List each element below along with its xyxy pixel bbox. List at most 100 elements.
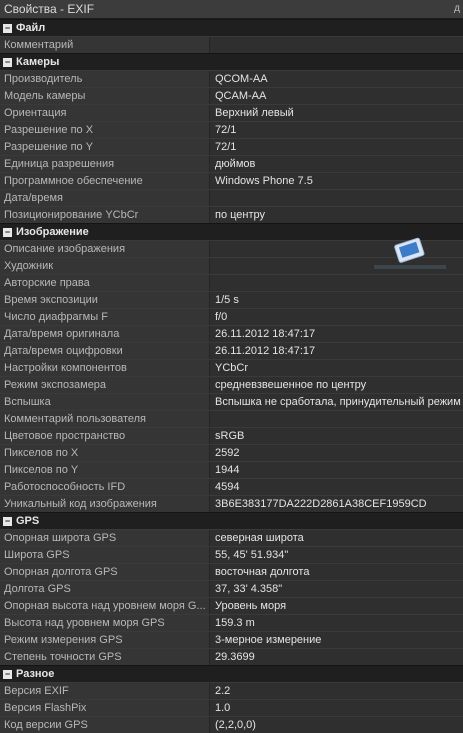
property-row[interactable]: Дата/время оцифровки 26.11.2012 18:47:17 [0, 342, 463, 359]
property-name: Пикселов по Y [0, 462, 210, 478]
property-value[interactable]: 4594 [210, 479, 463, 495]
property-row[interactable]: Разрешение по X 72/1 [0, 121, 463, 138]
section-header[interactable]: − Изображение [0, 223, 463, 240]
property-name: Пикселов по X [0, 445, 210, 461]
property-row[interactable]: Описание изображения [0, 240, 463, 257]
property-value[interactable] [210, 258, 463, 274]
property-name: Дата/время оцифровки [0, 343, 210, 359]
property-value[interactable]: 1944 [210, 462, 463, 478]
property-row[interactable]: Время экспозиции 1/5 s [0, 291, 463, 308]
property-value[interactable] [210, 411, 463, 427]
property-row[interactable]: Дата/время оригинала 26.11.2012 18:47:17 [0, 325, 463, 342]
property-value[interactable]: YCbCr [210, 360, 463, 376]
property-row[interactable]: Разрешение по Y 72/1 [0, 138, 463, 155]
property-value[interactable] [210, 275, 463, 291]
property-value[interactable]: Уровень моря [210, 598, 463, 614]
property-value[interactable]: 26.11.2012 18:47:17 [210, 326, 463, 342]
section-header[interactable]: − Разное [0, 665, 463, 682]
property-row[interactable]: Вспышка Вспышка не сработала, принудитель… [0, 393, 463, 410]
property-value[interactable]: QCAM-AA [210, 88, 463, 104]
property-name: Широта GPS [0, 547, 210, 563]
property-name: Работоспособность IFD [0, 479, 210, 495]
property-value[interactable]: sRGB [210, 428, 463, 444]
property-name: Описание изображения [0, 241, 210, 257]
property-row[interactable]: Авторские права [0, 274, 463, 291]
property-name: Дата/время оригинала [0, 326, 210, 342]
property-row[interactable]: Число диафрагмы Ff/0 [0, 308, 463, 325]
property-value[interactable]: Windows Phone 7.5 [210, 173, 463, 189]
property-row[interactable]: Пикселов по Y 1944 [0, 461, 463, 478]
property-row[interactable]: Позиционирование YCbCr по центру [0, 206, 463, 223]
property-row[interactable]: Настройки компонентов YCbCr [0, 359, 463, 376]
property-name: Модель камеры [0, 88, 210, 104]
property-row[interactable]: Долгота GPS 37, 33' 4.358" [0, 580, 463, 597]
property-value[interactable]: Вспышка не сработала, принудительный реж… [210, 394, 463, 410]
property-value[interactable]: 3-мерное измерение [210, 632, 463, 648]
property-value[interactable]: 72/1 [210, 122, 463, 138]
property-row[interactable]: Художник [0, 257, 463, 274]
window-title-bar: Свойства - EXIF д [0, 0, 463, 19]
property-value[interactable]: 1/5 s [210, 292, 463, 308]
property-value[interactable]: средневзвешенное по центру [210, 377, 463, 393]
property-value[interactable]: 2592 [210, 445, 463, 461]
property-row[interactable]: Уникальный код изображения 3B6E383177DA22… [0, 495, 463, 512]
property-row[interactable]: Опорная широта GPS северная широта [0, 529, 463, 546]
property-row[interactable]: Версия EXIF 2.2 [0, 682, 463, 699]
property-value[interactable]: 26.11.2012 18:47:17 [210, 343, 463, 359]
property-value[interactable]: 72/1 [210, 139, 463, 155]
property-value[interactable]: 55, 45' 51.934" [210, 547, 463, 563]
collapse-icon[interactable]: − [3, 516, 12, 526]
section-header[interactable]: − Камеры [0, 53, 463, 70]
property-value[interactable]: 159.3 m [210, 615, 463, 631]
property-value[interactable]: Верхний левый [210, 105, 463, 121]
property-row[interactable]: Работоспособность IFD 4594 [0, 478, 463, 495]
property-value[interactable]: 3B6E383177DA222D2861A38CEF1959CD [210, 496, 463, 512]
property-row[interactable]: Степень точности GPS 29.3699 [0, 648, 463, 665]
property-row[interactable]: Высота над уровнем моря GPS 159.3 m [0, 614, 463, 631]
property-name: Версия EXIF [0, 683, 210, 699]
property-value[interactable] [210, 241, 463, 257]
property-value[interactable]: 2.2 [210, 683, 463, 699]
property-value[interactable]: 1.0 [210, 700, 463, 716]
collapse-icon[interactable]: − [3, 669, 12, 679]
property-row[interactable]: Дата/время [0, 189, 463, 206]
property-name: Режим измерения GPS [0, 632, 210, 648]
property-row[interactable]: Опорная долгота GPS восточная долгота [0, 563, 463, 580]
property-row[interactable]: Версия FlashPix 1.0 [0, 699, 463, 716]
property-value[interactable]: дюймов [210, 156, 463, 172]
property-row[interactable]: Модель камеры QCAM-AA [0, 87, 463, 104]
property-row[interactable]: Опорная высота над уровнем моря G... Уров… [0, 597, 463, 614]
property-value[interactable]: 29.3699 [210, 649, 463, 665]
property-name: Режим экспозамера [0, 377, 210, 393]
pin-icon[interactable]: д [454, 0, 460, 18]
collapse-icon[interactable]: − [3, 57, 12, 67]
property-row[interactable]: Ориентация Верхний левый [0, 104, 463, 121]
property-row[interactable]: Комментарий [0, 36, 463, 53]
property-row[interactable]: Код версии GPS (2,2,0,0) [0, 716, 463, 733]
property-row[interactable]: Режим измерения GPS 3-мерное измерение [0, 631, 463, 648]
property-name: Вспышка [0, 394, 210, 410]
collapse-icon[interactable]: − [3, 227, 12, 237]
collapse-icon[interactable]: − [3, 23, 12, 33]
property-row[interactable]: Комментарий пользователя [0, 410, 463, 427]
property-value[interactable] [210, 190, 463, 206]
property-row[interactable]: Цветовое пространство sRGB [0, 427, 463, 444]
section-header[interactable]: − Файл [0, 19, 463, 36]
property-value[interactable]: восточная долгота [210, 564, 463, 580]
property-value[interactable]: северная широта [210, 530, 463, 546]
section-header[interactable]: − GPS [0, 512, 463, 529]
property-row[interactable]: Пикселов по X 2592 [0, 444, 463, 461]
property-row[interactable]: Широта GPS 55, 45' 51.934" [0, 546, 463, 563]
property-value[interactable]: QCOM-AA [210, 71, 463, 87]
property-name: Степень точности GPS [0, 649, 210, 665]
property-row[interactable]: Режим экспозамера средневзвешенное по цен… [0, 376, 463, 393]
property-value[interactable]: f/0 [210, 309, 463, 325]
property-value[interactable] [210, 37, 463, 53]
property-row[interactable]: Программное обеспечение Windows Phone 7.5 [0, 172, 463, 189]
property-value[interactable]: (2,2,0,0) [210, 717, 463, 733]
property-row[interactable]: Производитель QCOM-AA [0, 70, 463, 87]
property-value[interactable]: 37, 33' 4.358" [210, 581, 463, 597]
property-row[interactable]: Единица разрешения дюймов [0, 155, 463, 172]
section-title: Файл [16, 22, 46, 34]
property-value[interactable]: по центру [210, 207, 463, 223]
